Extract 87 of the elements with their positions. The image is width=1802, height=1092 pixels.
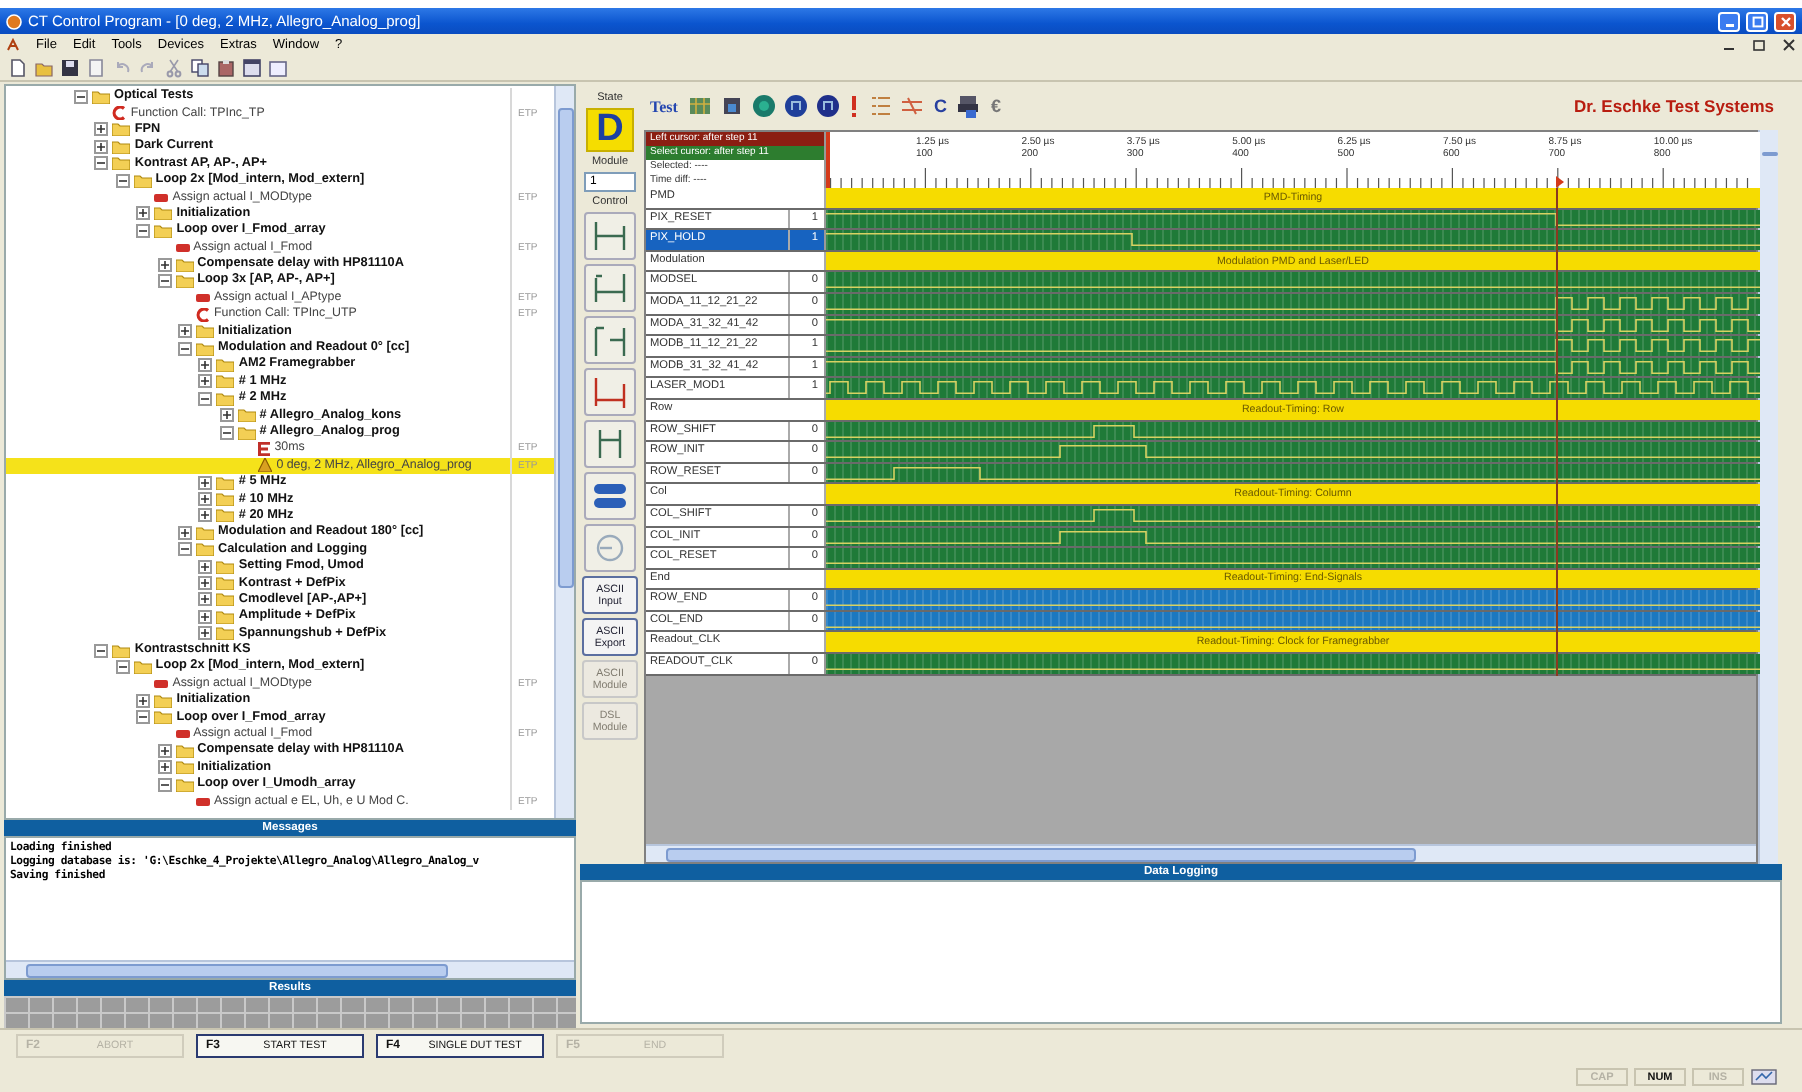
timing-diagram-icon (590, 268, 630, 308)
window-icon[interactable] (242, 57, 262, 77)
bar-icon (154, 679, 169, 688)
save-icon[interactable] (60, 57, 80, 77)
expander[interactable] (178, 525, 192, 540)
test-button[interactable]: Test (648, 97, 680, 115)
circle-icon (594, 532, 626, 564)
timing-diagram-icon (590, 372, 630, 412)
expander[interactable] (115, 173, 130, 188)
bar-icon (175, 730, 190, 739)
expander[interactable] (198, 374, 213, 389)
app-menu-icon[interactable] (6, 37, 20, 51)
toggle-button[interactable] (584, 472, 636, 520)
timing-diagram-icon (590, 216, 630, 256)
expander[interactable] (94, 643, 109, 658)
expander[interactable] (157, 273, 172, 288)
arc-icon (112, 106, 127, 121)
bar-icon (154, 193, 169, 202)
euro-button[interactable]: € (988, 96, 1003, 116)
tool-icon[interactable] (899, 94, 924, 118)
scrollbar[interactable] (6, 960, 574, 978)
expander[interactable] (157, 777, 172, 792)
comb-icon (258, 441, 271, 456)
c-button[interactable]: C (931, 96, 949, 116)
expander[interactable] (219, 408, 234, 423)
paste-icon[interactable] (216, 57, 236, 77)
expander[interactable] (94, 122, 109, 137)
expander[interactable] (198, 609, 213, 624)
timing-tool-button[interactable] (584, 368, 636, 416)
restore-icon[interactable] (1752, 37, 1766, 51)
app-icon (6, 13, 22, 29)
expander[interactable] (198, 475, 213, 490)
marker-icon (258, 458, 273, 473)
circle-icon[interactable] (783, 94, 808, 118)
exclamation-icon[interactable] (847, 94, 860, 118)
grid-icon[interactable] (687, 94, 712, 118)
expander[interactable] (198, 492, 213, 507)
list-icon[interactable] (867, 94, 892, 118)
expander[interactable] (198, 508, 213, 523)
bar-icon (196, 293, 210, 302)
bar-icon (196, 797, 210, 806)
expander[interactable] (157, 743, 172, 758)
toggle-icon (590, 480, 630, 512)
brand-name: Dr. Eschke Test Systems (1573, 96, 1774, 116)
expander[interactable] (94, 156, 109, 171)
printer-icon[interactable] (956, 94, 981, 118)
expander[interactable] (74, 89, 88, 104)
maximize-icon (1751, 15, 1763, 27)
expander[interactable] (178, 341, 192, 356)
expander[interactable] (178, 324, 192, 339)
timing-tool-button[interactable] (584, 264, 636, 312)
expander[interactable] (136, 223, 151, 238)
minimize-button[interactable] (1718, 11, 1740, 31)
circle-icon[interactable] (815, 94, 840, 118)
disc-icon[interactable] (751, 94, 776, 118)
network-icon (1750, 1068, 1778, 1086)
expander[interactable] (136, 693, 151, 708)
expander[interactable] (94, 139, 109, 154)
chip-icon[interactable] (719, 94, 744, 118)
expander[interactable] (198, 391, 213, 406)
expander[interactable] (198, 592, 213, 607)
expander[interactable] (219, 425, 234, 439)
scrollbar[interactable] (1758, 130, 1778, 864)
timing-tool-button[interactable] (584, 316, 636, 364)
expander[interactable] (115, 659, 130, 674)
state-indicator: D (586, 108, 634, 152)
scrollbar[interactable] (646, 844, 1756, 862)
expander[interactable] (198, 576, 213, 591)
expander[interactable] (157, 760, 172, 775)
copy-icon[interactable] (190, 57, 210, 77)
expander[interactable] (198, 626, 213, 641)
timing-tool-button[interactable] (584, 420, 636, 468)
close-button[interactable] (1774, 11, 1796, 31)
timing-tool-button[interactable] (584, 212, 636, 260)
expander[interactable] (157, 257, 172, 272)
expander[interactable] (136, 710, 151, 725)
arc-icon (196, 307, 210, 322)
bar-icon (175, 243, 190, 252)
scrollbar[interactable] (554, 86, 574, 818)
window-icon[interactable] (268, 57, 288, 77)
expander[interactable] (198, 357, 213, 372)
expander[interactable] (136, 206, 151, 221)
close-icon[interactable] (1782, 37, 1796, 51)
expander[interactable] (198, 559, 213, 574)
close-icon (1779, 15, 1791, 27)
expander[interactable] (178, 542, 192, 557)
maximize-button[interactable] (1746, 11, 1768, 31)
